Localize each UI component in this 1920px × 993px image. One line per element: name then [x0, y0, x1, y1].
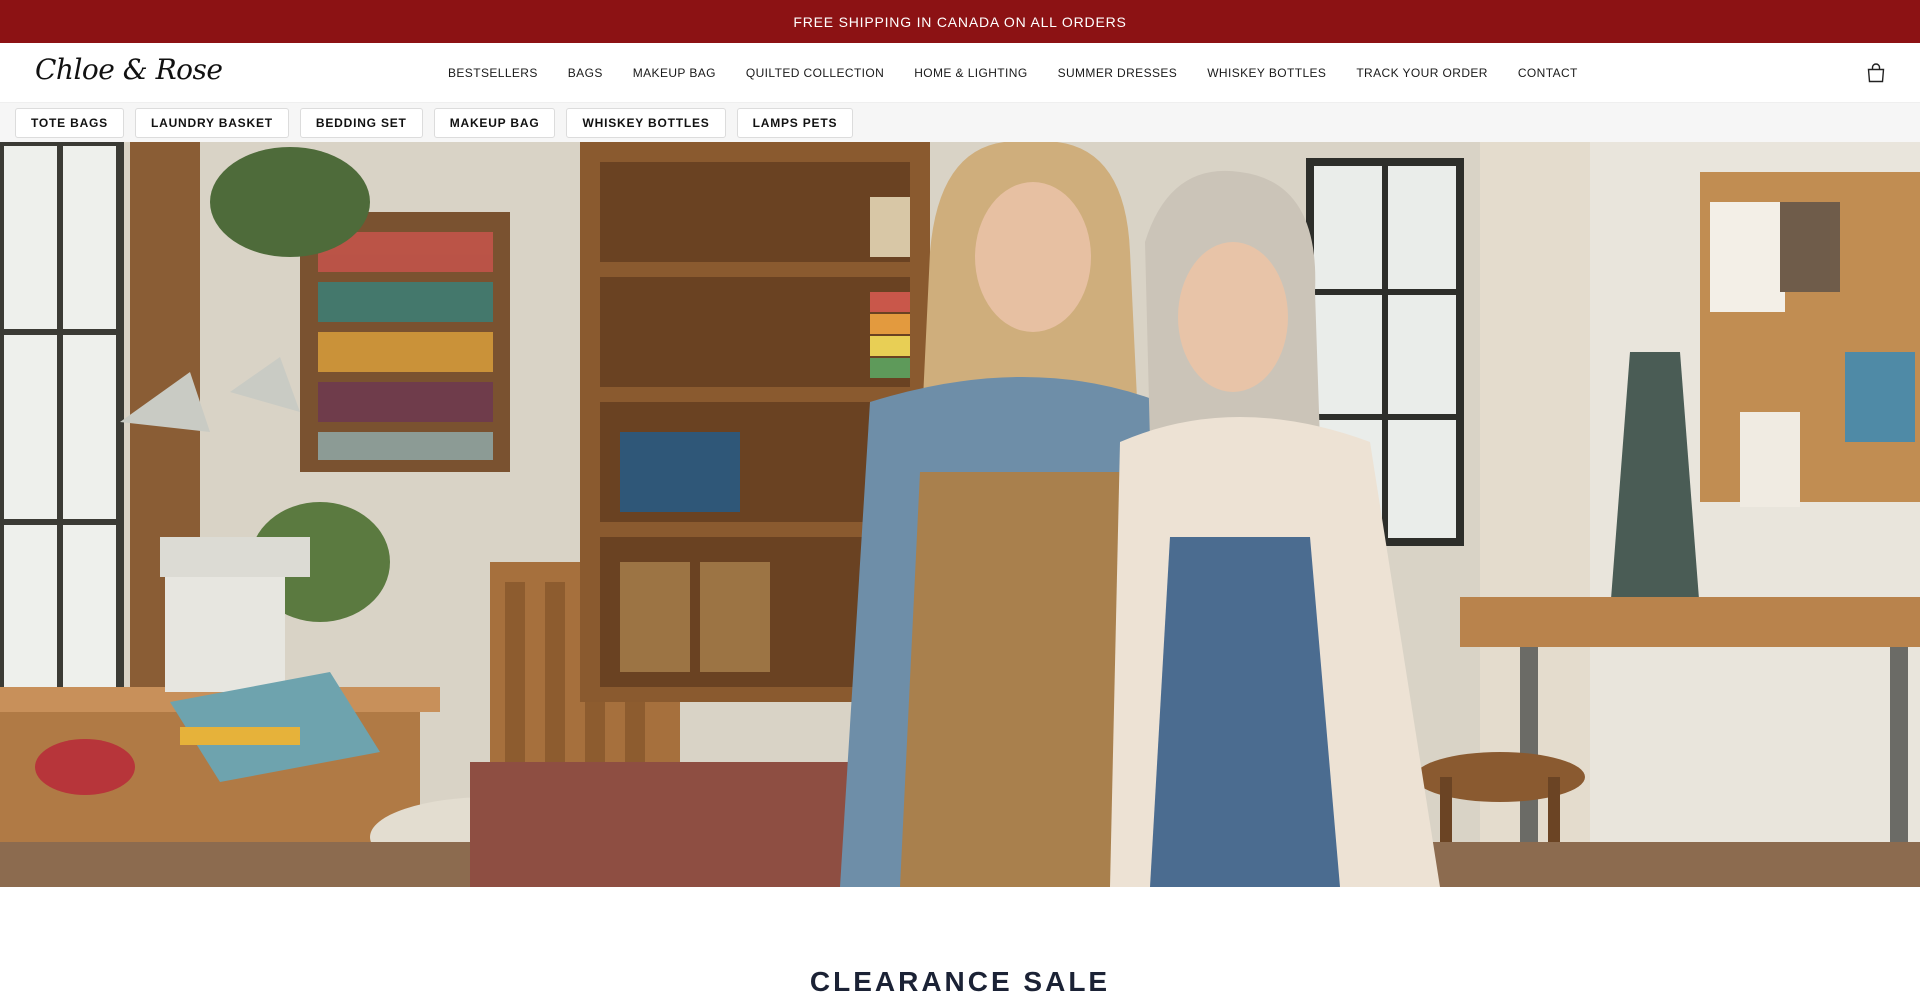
category-bar: TOTE BAGS LAUNDRY BASKET BEDDING SET MAK…: [0, 103, 1920, 142]
shopping-bag-icon[interactable]: [1864, 61, 1888, 85]
category-chip-lamps-pets[interactable]: LAMPS PETS: [736, 108, 854, 138]
category-chip-laundry-basket[interactable]: LAUNDRY BASKET: [135, 108, 289, 138]
nav-item-bestsellers[interactable]: BESTSELLERS: [448, 66, 538, 80]
main-nav: BESTSELLERS BAGS MAKEUP BAG QUILTED COLL…: [448, 43, 1578, 103]
hero-image: [0, 142, 1920, 887]
nav-item-summer-dresses[interactable]: SUMMER DRESSES: [1058, 66, 1178, 80]
section-title: CLEARANCE SALE: [809, 966, 1111, 993]
nav-item-quilted-collection[interactable]: QUILTED COLLECTION: [746, 66, 884, 80]
category-chip-tote-bags[interactable]: TOTE BAGS: [15, 108, 124, 138]
announcement-bar: FREE SHIPPING IN CANADA ON ALL ORDERS: [0, 0, 1920, 43]
site-header: Chloe & Rose BESTSELLERS BAGS MAKEUP BAG…: [0, 43, 1920, 103]
nav-item-home-lighting[interactable]: HOME & LIGHTING: [914, 66, 1027, 80]
category-chip-makeup-bag[interactable]: MAKEUP BAG: [433, 108, 556, 138]
nav-item-makeup-bag[interactable]: MAKEUP BAG: [633, 66, 716, 80]
nav-item-track-order[interactable]: TRACK YOUR ORDER: [1356, 66, 1488, 80]
nav-item-whiskey-bottles[interactable]: WHISKEY BOTTLES: [1207, 66, 1326, 80]
hero-illustration: [0, 142, 1920, 887]
category-chip-bedding-set[interactable]: BEDDING SET: [299, 108, 423, 138]
announcement-text: FREE SHIPPING IN CANADA ON ALL ORDERS: [793, 13, 1127, 30]
nav-item-contact[interactable]: CONTACT: [1518, 66, 1578, 80]
category-chip-whiskey-bottles[interactable]: WHISKEY BOTTLES: [566, 108, 726, 138]
logo[interactable]: Chloe & Rose: [35, 53, 223, 86]
nav-item-bags[interactable]: BAGS: [568, 66, 603, 80]
